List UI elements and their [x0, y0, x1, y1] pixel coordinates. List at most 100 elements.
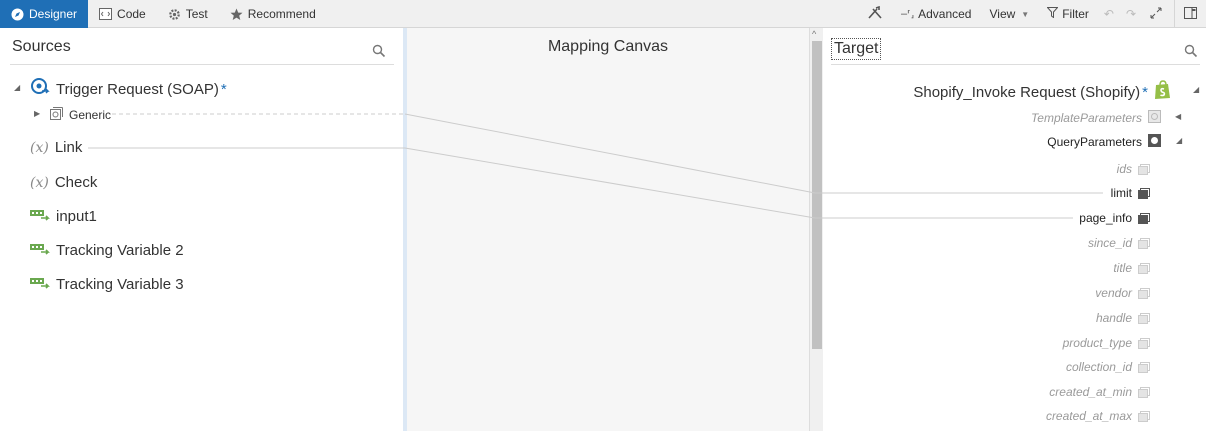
- target-field-limit[interactable]: limit: [1111, 186, 1150, 200]
- leaf-field-icon: [1138, 386, 1150, 398]
- target-field-handle[interactable]: handle: [1096, 311, 1150, 325]
- view-label: View: [989, 7, 1016, 21]
- target-query-parameters[interactable]: QueryParameters: [1047, 134, 1161, 150]
- source-tracking-variable-2[interactable]: Tracking Variable 2: [30, 242, 184, 259]
- required-mark: *: [1142, 83, 1148, 101]
- expand-triangle-icon[interactable]: ◀: [1175, 112, 1181, 121]
- source-generic[interactable]: Generic: [50, 107, 111, 123]
- code-icon: [99, 8, 113, 21]
- leaf-field-icon: [1138, 337, 1150, 349]
- advanced-button[interactable]: –⸢⸥ Advanced: [892, 0, 981, 28]
- field-label: page_info: [1079, 211, 1132, 225]
- source-trigger-request[interactable]: Trigger Request (SOAP) *: [30, 77, 227, 101]
- expand-button[interactable]: [1142, 0, 1170, 28]
- element-node-icon: [1148, 134, 1161, 150]
- search-icon[interactable]: [372, 44, 386, 58]
- leaf-field-icon: [1138, 312, 1150, 324]
- leaf-field-icon: [1138, 187, 1150, 199]
- redo-button[interactable]: ↷: [1120, 0, 1142, 28]
- check-label: Check: [54, 174, 98, 191]
- expand-icon: [1150, 7, 1162, 22]
- tab-recommend[interactable]: Recommend: [219, 0, 327, 28]
- wrench-icon: [867, 5, 883, 23]
- required-mark: *: [220, 80, 227, 98]
- field-label: since_id: [1087, 236, 1132, 250]
- field-label: collection_id: [1065, 360, 1132, 374]
- source-check[interactable]: (x) Check: [30, 174, 97, 191]
- source-tracking-variable-3[interactable]: Tracking Variable 3: [30, 276, 184, 293]
- mapping-canvas[interactable]: Mapping Canvas: [407, 28, 809, 431]
- field-label: ids: [1116, 162, 1132, 176]
- scrollbar-thumb[interactable]: [812, 41, 822, 349]
- variable-icon: (x): [30, 174, 49, 191]
- undo-button[interactable]: ↶: [1098, 0, 1120, 28]
- input1-label: input1: [56, 208, 97, 225]
- field-label: created_at_min: [1049, 385, 1132, 399]
- collapse-arrows-icon: –⸢⸥: [900, 8, 915, 20]
- leaf-field-icon: [1138, 212, 1150, 224]
- undo-icon: ↶: [1103, 7, 1114, 21]
- collapse-triangle-icon[interactable]: ◢: [14, 83, 20, 92]
- canvas-title: Mapping Canvas: [547, 38, 669, 55]
- target-panel: Target Shopify_Invoke Request (Shopify) …: [823, 28, 1206, 431]
- field-label: vendor: [1095, 286, 1132, 300]
- leaf-field-icon: [1138, 287, 1150, 299]
- panel-layout-icon: [1184, 6, 1197, 22]
- expand-triangle-icon[interactable]: ▶: [34, 109, 40, 118]
- panel-toggle-button[interactable]: [1175, 0, 1206, 28]
- tools-button[interactable]: [858, 0, 892, 28]
- compass-icon: [11, 8, 24, 21]
- source-input1[interactable]: input1: [30, 208, 97, 225]
- view-menu[interactable]: View ▼: [980, 0, 1038, 28]
- shopify-request-label: Shopify_Invoke Request (Shopify): [913, 83, 1141, 101]
- collapse-triangle-icon[interactable]: ◢: [1176, 136, 1182, 145]
- element-node-icon: [1148, 110, 1161, 126]
- target-field-collection-id[interactable]: collection_id: [1066, 360, 1150, 374]
- sources-title: Sources: [12, 38, 71, 55]
- target-template-parameters[interactable]: TemplateParameters: [1031, 110, 1161, 126]
- target-field-title[interactable]: title: [1113, 261, 1150, 275]
- target-title[interactable]: Target: [831, 38, 882, 60]
- gear-icon: [168, 8, 181, 21]
- tab-designer-label: Designer: [29, 7, 78, 21]
- collapse-triangle-icon[interactable]: ◢: [1193, 85, 1199, 94]
- leaf-field-icon: [1138, 361, 1150, 373]
- leaf-field-icon: [1138, 163, 1150, 175]
- shopify-icon: [1154, 80, 1172, 104]
- query-parameters-label: QueryParameters: [1047, 135, 1142, 149]
- target-field-since-id[interactable]: since_id: [1088, 236, 1150, 250]
- source-link[interactable]: (x) Link: [30, 139, 82, 156]
- target-field-created-at-min[interactable]: created_at_min: [1049, 385, 1150, 399]
- target-field-created-at-max[interactable]: created_at_max: [1046, 409, 1150, 423]
- filter-button[interactable]: Filter: [1038, 0, 1098, 28]
- trigger-request-label: Trigger Request (SOAP): [56, 80, 219, 98]
- chevron-down-icon: ▼: [1021, 9, 1030, 19]
- field-label: created_at_max: [1045, 409, 1132, 423]
- sources-panel: Sources ◢ Trigger Request (SOAP) * ▶ Gen…: [0, 28, 404, 431]
- target-root-shopify-request[interactable]: Shopify_Invoke Request (Shopify) *: [913, 80, 1172, 104]
- target-field-product-type[interactable]: product_type: [1063, 336, 1150, 350]
- tab-code[interactable]: Code: [88, 0, 157, 28]
- element-node-icon: [50, 107, 63, 123]
- leaf-field-icon: [1138, 237, 1150, 249]
- tracking-variable-icon: [30, 208, 50, 225]
- template-parameters-label: TemplateParameters: [1031, 111, 1142, 125]
- scroll-up-icon[interactable]: ^: [812, 29, 816, 39]
- target-field-page-info[interactable]: page_info: [1079, 211, 1150, 225]
- tab-designer[interactable]: Designer: [0, 0, 89, 28]
- target-field-ids[interactable]: ids: [1117, 162, 1150, 176]
- canvas-scrollbar[interactable]: ^: [809, 28, 823, 431]
- field-label: product_type: [1062, 336, 1132, 350]
- filter-label: Filter: [1062, 7, 1089, 21]
- sources-header-divider: [10, 64, 394, 65]
- field-label: title: [1113, 261, 1132, 275]
- search-icon[interactable]: [1184, 44, 1198, 58]
- soap-service-icon: [30, 77, 50, 101]
- target-field-vendor[interactable]: vendor: [1095, 286, 1150, 300]
- tracking-variable-icon: [30, 276, 50, 293]
- tab-recommend-label: Recommend: [247, 7, 316, 21]
- tab-test[interactable]: Test: [157, 0, 219, 28]
- toolbar: Designer Code Test Recommend –⸢⸥ Advance…: [0, 0, 1206, 28]
- view-tabs: Designer Code Test Recommend: [0, 0, 327, 28]
- tab-code-label: Code: [117, 7, 146, 21]
